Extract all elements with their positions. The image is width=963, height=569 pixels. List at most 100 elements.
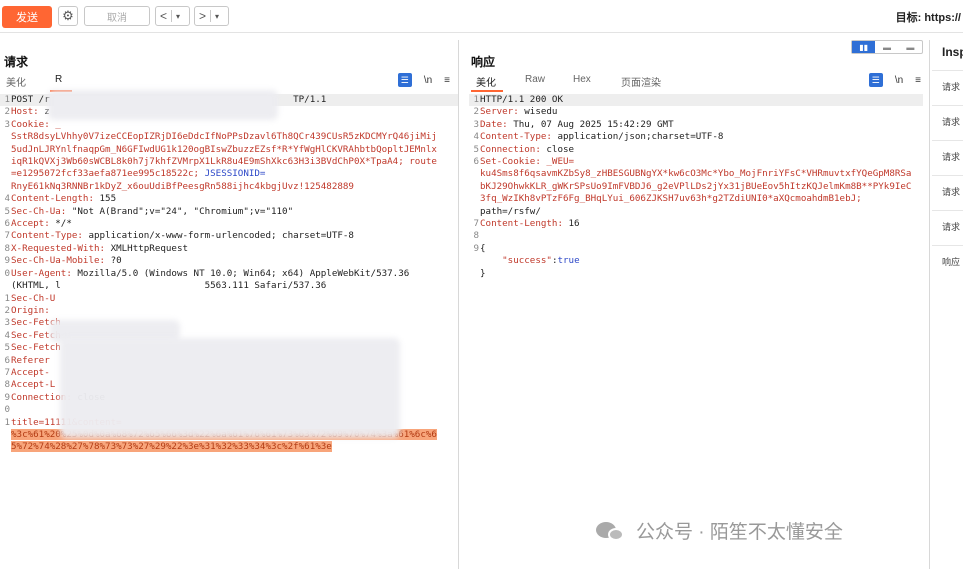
line-text: Sec-Ch-Ua-Mobile: ?0 bbox=[11, 255, 458, 267]
newline-toggle-icon[interactable]: \n bbox=[424, 75, 432, 86]
response-title: 响应 bbox=[471, 55, 496, 69]
code-token: path=/rsfw/ bbox=[480, 205, 541, 217]
forward-history-dropdown[interactable]: ▾ bbox=[211, 12, 223, 21]
redaction-blur bbox=[60, 338, 400, 438]
target-label[interactable]: 目标: https:// bbox=[896, 9, 961, 25]
layout-stacked-button[interactable]: ▬ bbox=[875, 41, 898, 53]
back-nav-group: < ▾ bbox=[155, 6, 190, 26]
inspector-item[interactable]: 请求 bbox=[932, 140, 963, 172]
code-line: RnyE61kNq3RNNBr1kDyZ_x6ouUdiBfPeesgRn588… bbox=[0, 181, 458, 193]
line-number: 4 bbox=[473, 131, 479, 143]
layout-side-by-side-button[interactable]: ▮▮ bbox=[852, 41, 876, 53]
inspector-item[interactable]: 请求 bbox=[932, 175, 963, 207]
inspector-item[interactable]: 请求 bbox=[932, 210, 963, 242]
response-tab-render[interactable]: 页面渲染 bbox=[621, 74, 661, 89]
line-text: ku4Sms8f6qsavmKZbSy8_zHBESGUBNgYX*kw6cO3… bbox=[480, 168, 923, 180]
line-number: 7 bbox=[4, 366, 10, 378]
settings-button[interactable]: ⚙ bbox=[58, 6, 78, 26]
line-number bbox=[469, 181, 480, 193]
line-text: iqR1kQVXj3Wb60sWCBL8k0h7j7khfZVMrpX1LkR8… bbox=[11, 156, 458, 168]
code-token: SstR8dsyLVhhy0V7izeCCEopIZRjDI6eDdcIfNoP… bbox=[11, 131, 437, 143]
code-token: Thu, 07 Aug 2025 15:42:29 GMT bbox=[513, 118, 674, 130]
code-token: application/json;charset=UTF-8 bbox=[557, 131, 724, 143]
code-line: 6 Set-Cookie: _WEU= bbox=[469, 156, 923, 168]
line-text: 5udJnLJRYnlfnaqpGm_N6GFIwdUG1k120ogBIswZ… bbox=[11, 144, 458, 156]
line-number: 1 bbox=[473, 94, 479, 105]
code-line: path=/rsfw/ bbox=[469, 206, 923, 218]
request-tabbar: 美化 R ☰ \n ≡ bbox=[0, 73, 458, 92]
code-token: (KHTML, l bbox=[11, 280, 61, 292]
response-tab-hex[interactable]: Hex bbox=[573, 74, 591, 85]
code-line: SstR8dsyLVhhy0V7izeCCEopIZRjDI6eDdcIfNoP… bbox=[0, 131, 458, 143]
line-text: Connection: close bbox=[480, 144, 923, 156]
line-text: Cookie: _ bbox=[11, 119, 458, 131]
cancel-button[interactable]: 取消 bbox=[84, 6, 150, 26]
line-number bbox=[0, 429, 11, 441]
code-token: iqR1kQVXj3Wb60sWCBL8k0h7j7khfZVMrpX1LkR8… bbox=[11, 156, 437, 168]
code-token: bKJ29OhwkKLR_gWKrSPsUo9ImFVBDJ6_g2eVPlLD… bbox=[480, 180, 912, 192]
response-tab-pretty[interactable]: 美化 bbox=[476, 74, 496, 89]
code-token: Mozilla/5.0 (Windows NT 10.0; Win64; x64… bbox=[77, 267, 410, 279]
line-text: Content-Type: application/x-www-form-url… bbox=[11, 230, 458, 242]
line-number: 8 bbox=[4, 379, 10, 391]
line-number: 8 bbox=[473, 230, 479, 242]
line-number bbox=[0, 156, 11, 168]
code-line: 3 Cookie: _ bbox=[0, 119, 458, 131]
wrap-lines-icon[interactable]: ☰ bbox=[397, 73, 412, 87]
line-number: 4 bbox=[4, 329, 10, 341]
line-number bbox=[0, 441, 11, 453]
request-tab-pretty[interactable]: 美化 bbox=[6, 74, 26, 89]
line-text: Accept: */* bbox=[11, 218, 458, 230]
line-number: 1 bbox=[4, 94, 10, 105]
code-line: 1 Sec-Ch-U bbox=[0, 293, 458, 305]
send-button[interactable]: 发送 bbox=[2, 6, 52, 28]
line-number: 5 bbox=[4, 205, 10, 217]
code-token: Content-Length: bbox=[480, 218, 569, 230]
response-editor[interactable]: 1 HTTP/1.1 200 OK 2 Server: wisedu 3 Date: Th… bbox=[469, 94, 923, 280]
inspector-item[interactable]: 响应 bbox=[932, 245, 963, 277]
code-token: Accept-L bbox=[11, 379, 56, 391]
line-text: bKJ29OhwkKLR_gWKrSPsUo9ImFVBDJ6_g2eVPlLD… bbox=[480, 181, 923, 193]
code-token: close bbox=[546, 143, 575, 155]
request-tools: ☰ \n ≡ bbox=[397, 73, 450, 87]
code-token: Accept: bbox=[11, 218, 56, 230]
code-line: 0 User-Agent: Mozilla/5.0 (Windows NT 10.… bbox=[0, 268, 458, 280]
line-number: 0 bbox=[4, 404, 10, 416]
layout-tabs-button[interactable]: ▬ bbox=[899, 41, 922, 53]
code-line: "success":true bbox=[469, 255, 923, 267]
code-token: 5%72%74%28%27%78%73%73%27%29%22%3e%31%32… bbox=[11, 441, 332, 453]
code-line: 3fq_WzIKh8vPTzF6Fg_BHqLYui_606ZJKSH7uv63… bbox=[469, 193, 923, 205]
line-number: 7 bbox=[473, 218, 479, 230]
line-number: 6 bbox=[4, 218, 10, 230]
inspector-item[interactable]: 请求 bbox=[932, 70, 963, 102]
line-number: 1 bbox=[4, 416, 10, 428]
watermark: 公众号 · 陌笙不太懂安全 bbox=[596, 517, 843, 544]
line-number: 4 bbox=[4, 193, 10, 205]
code-token: HTTP/1.1 200 OK bbox=[480, 94, 563, 105]
line-text: =e1295072fcf33aefa871ee995c18522c; JSESS… bbox=[11, 168, 458, 180]
menu-icon[interactable]: ≡ bbox=[444, 75, 450, 86]
forward-button[interactable]: > bbox=[195, 9, 210, 23]
response-tab-raw[interactable]: Raw bbox=[525, 74, 545, 85]
newline-toggle-icon[interactable]: \n bbox=[895, 75, 903, 86]
code-token: { bbox=[480, 242, 486, 254]
line-number: 3 bbox=[4, 317, 10, 329]
wrap-lines-icon[interactable]: ☰ bbox=[868, 73, 883, 87]
code-line: 4 Content-Type: application/json;charset=… bbox=[469, 131, 923, 143]
gear-icon: ⚙ bbox=[62, 8, 74, 23]
code-token: RnyE61kNq3RNNBr1kDyZ_x6ouUdiBfPeesgRn588… bbox=[11, 180, 354, 192]
line-text: 5%72%74%28%27%78%73%73%27%29%22%3e%31%32… bbox=[11, 441, 458, 453]
back-history-dropdown[interactable]: ▾ bbox=[172, 12, 184, 21]
code-line: 7 Content-Length: 16 bbox=[469, 218, 923, 230]
menu-icon[interactable]: ≡ bbox=[915, 75, 921, 86]
code-token: true bbox=[557, 255, 580, 267]
code-line: (KHTML, l 5563.111 Safari/537.36 bbox=[0, 280, 458, 292]
inspector-item[interactable]: 请求 bbox=[932, 105, 963, 137]
code-line: 2 Origin: bbox=[0, 305, 458, 317]
line-text: Set-Cookie: _WEU= bbox=[480, 156, 923, 168]
code-token: Referer bbox=[11, 354, 50, 366]
code-token: */* bbox=[55, 218, 72, 230]
back-button[interactable]: < bbox=[156, 9, 171, 23]
inspector-panel: Insp 请求请求请求请求请求响应 bbox=[932, 40, 963, 569]
request-tab-raw[interactable]: R bbox=[55, 74, 62, 85]
